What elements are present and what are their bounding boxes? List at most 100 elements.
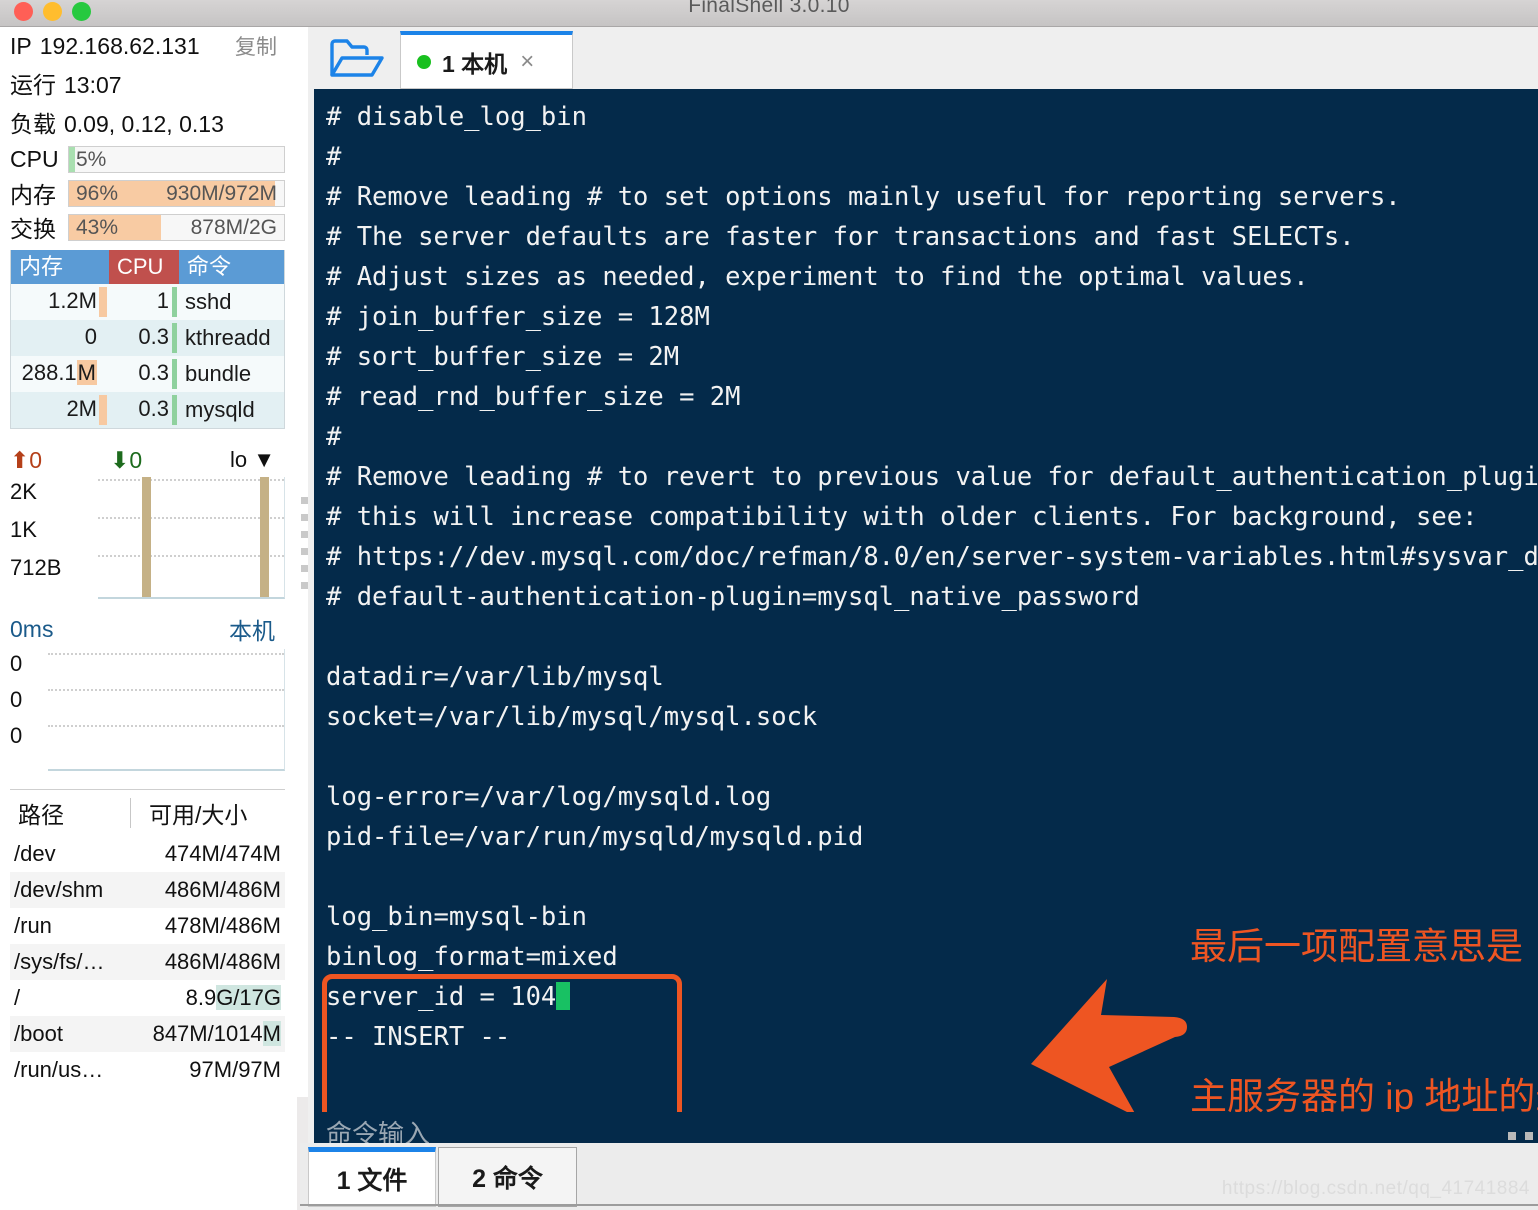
terminal-line: # bbox=[326, 142, 342, 172]
process-command: mysqld bbox=[185, 397, 255, 422]
disk-row[interactable]: /boot 847M/1014M bbox=[10, 1016, 285, 1052]
disk-path: /boot bbox=[14, 1021, 63, 1046]
meter-row-交换: 交换 43% 878M/2G bbox=[10, 212, 285, 242]
network-chart: ⬆0 ⬇0 lo ▼ 2K 1K 712B bbox=[10, 443, 285, 599]
meter-detail: 930M/972M bbox=[166, 181, 277, 205]
process-row[interactable]: 0 0.3 kthreadd bbox=[11, 320, 284, 356]
network-y-tick: 1K bbox=[10, 517, 37, 542]
process-row[interactable]: 2M 0.3 mysqld bbox=[11, 392, 284, 428]
session-tab-label: 1 本机 bbox=[442, 50, 508, 77]
watermark: https://blog.csdn.net/qq_41741884 bbox=[1221, 1178, 1530, 1199]
process-cpu: 0.3 bbox=[109, 323, 179, 353]
process-row[interactable]: 288.1M 0.3 bundle bbox=[11, 356, 284, 392]
process-cpu: 0.3 bbox=[109, 359, 179, 389]
disk-table-header: 路径 可用/大小 bbox=[10, 790, 285, 836]
close-tab-icon[interactable]: × bbox=[520, 48, 534, 76]
meter-percent: 5% bbox=[76, 147, 107, 171]
meter-label: 交换 bbox=[10, 216, 56, 242]
process-col-cpu[interactable]: CPU bbox=[109, 250, 179, 284]
disk-size: 97M/97M bbox=[189, 1057, 281, 1082]
resize-grip-icon[interactable] bbox=[1508, 1132, 1538, 1140]
ping-plot-area bbox=[48, 649, 285, 771]
ping-y-axis: 0 0 0 bbox=[10, 649, 48, 771]
disk-path: /dev bbox=[14, 841, 56, 866]
disk-row[interactable]: /run/us… 97M/97M bbox=[10, 1052, 285, 1088]
process-command: kthreadd bbox=[185, 325, 271, 350]
process-row[interactable]: 1.2M 1 sshd bbox=[11, 284, 284, 320]
download-rate: ⬇0 bbox=[110, 446, 143, 473]
process-col-mem[interactable]: 内存 bbox=[11, 250, 109, 284]
session-tab-1[interactable]: 1 本机 × bbox=[400, 31, 573, 89]
meter-row-内存: 内存 96% 930M/972M bbox=[10, 178, 285, 208]
network-y-axis: 2K 1K 712B bbox=[10, 477, 98, 599]
terminal-line: # Remove leading # to set options mainly… bbox=[326, 182, 1401, 212]
disk-row[interactable]: /sys/fs/… 486M/486M bbox=[10, 944, 285, 980]
meter-detail: 878M/2G bbox=[190, 215, 277, 239]
upload-rate: ⬆0 bbox=[10, 446, 43, 473]
disk-col-path[interactable]: 路径 bbox=[10, 796, 130, 830]
config-highlight-box bbox=[322, 974, 682, 1122]
process-command: sshd bbox=[185, 289, 232, 314]
uptime-label: 运行 bbox=[10, 72, 56, 98]
ping-y-tick: 0 bbox=[10, 651, 23, 676]
bottom-tab-files[interactable]: 1 文件 bbox=[308, 1147, 436, 1207]
disk-size: 486M/486M bbox=[164, 877, 281, 902]
meter-bar: 43% 878M/2G bbox=[68, 213, 285, 241]
disk-path: /run bbox=[14, 913, 52, 938]
meter-row-CPU: CPU 5% bbox=[10, 144, 285, 174]
disk-row[interactable]: /dev 474M/474M bbox=[10, 836, 285, 872]
disk-path: /sys/fs/… bbox=[14, 949, 105, 974]
sidebar-splitter[interactable] bbox=[297, 27, 308, 1097]
meter-percent: 43% bbox=[76, 215, 119, 239]
load-row: 负载 0.09, 0.12, 0.13 bbox=[10, 105, 291, 143]
disk-size: 847M/1014M bbox=[152, 1021, 281, 1046]
meter-bar: 96% 930M/972M bbox=[68, 179, 285, 207]
bottom-tab-commands[interactable]: 2 命令 bbox=[438, 1147, 577, 1207]
disk-size: 486M/486M bbox=[164, 949, 281, 974]
disk-row[interactable]: /run 478M/486M bbox=[10, 908, 285, 944]
ip-row: IP 192.168.62.131 复制 bbox=[10, 27, 291, 65]
chevron-down-icon: ▼ bbox=[253, 447, 275, 472]
annotation-line: 最后一项配置意思是 bbox=[1190, 926, 1523, 967]
process-mem: 288.1M bbox=[21, 359, 97, 385]
window-title-bar: FinalShell 3.0.10 bbox=[0, 0, 1538, 27]
terminal-line: log-error=/var/log/mysqld.log bbox=[326, 782, 772, 812]
process-table: 内存 CPU 命令 1.2M 1 sshd 0 0.3 kthreadd 288.1M 0.3… bbox=[10, 250, 285, 429]
disk-row[interactable]: /dev/shm 486M/486M bbox=[10, 872, 285, 908]
server-monitor-sidebar: IP 192.168.62.131 复制 运行 13:07 负载 0.09, 0… bbox=[0, 27, 297, 1210]
process-command: bundle bbox=[185, 361, 252, 386]
ping-chart-header: 0ms 本机 bbox=[10, 609, 285, 649]
terminal-line: socket=/var/lib/mysql/mysql.sock bbox=[326, 702, 818, 732]
terminal-line: datadir=/var/lib/mysql bbox=[326, 662, 664, 692]
process-mem: 2M bbox=[11, 395, 109, 425]
network-y-tick: 2K bbox=[10, 479, 37, 504]
meter-bar: 5% bbox=[68, 145, 285, 173]
copy-ip-button[interactable]: 复制 bbox=[235, 29, 277, 67]
disk-row[interactable]: / 8.9G/17G bbox=[10, 980, 285, 1016]
terminal-line: # read_rnd_buffer_size = 2M bbox=[326, 382, 741, 412]
disk-col-size[interactable]: 可用/大小 bbox=[131, 796, 285, 830]
meter-label: CPU bbox=[10, 145, 59, 172]
terminal-line: # Remove leading # to revert to previous… bbox=[326, 462, 1538, 492]
network-interface-selector[interactable]: lo ▼ bbox=[230, 447, 275, 473]
bottom-border bbox=[300, 1204, 1538, 1206]
process-table-header: 内存 CPU 命令 bbox=[11, 250, 284, 284]
network-y-tick: 712B bbox=[10, 555, 62, 580]
uptime-row: 运行 13:07 bbox=[10, 66, 291, 104]
process-cpu: 0.3 bbox=[109, 395, 179, 425]
ping-latency: 0ms bbox=[10, 615, 54, 642]
network-plot-area bbox=[98, 477, 285, 599]
terminal-line: # default-authentication-plugin=mysql_na… bbox=[326, 582, 1140, 612]
process-mem: 1.2M bbox=[11, 287, 109, 317]
disk-size: 8.9G/17G bbox=[185, 985, 281, 1010]
disk-size: 478M/486M bbox=[164, 913, 281, 938]
network-chart-header: ⬆0 ⬇0 lo ▼ bbox=[10, 443, 285, 477]
disk-usage-table: 路径 可用/大小 /dev 474M/474M/dev/shm 486M/486M /… bbox=[10, 789, 285, 1088]
load-value: 0.09, 0.12, 0.13 bbox=[64, 111, 224, 137]
open-folder-button[interactable] bbox=[318, 33, 396, 83]
process-col-cmd[interactable]: 命令 bbox=[179, 250, 284, 284]
terminal-output[interactable]: # disable_log_bin # # Remove leading # to … bbox=[314, 89, 1538, 1124]
terminal-line: # The server defaults are faster for tra… bbox=[326, 222, 1355, 252]
terminal-line: # bbox=[326, 422, 342, 452]
